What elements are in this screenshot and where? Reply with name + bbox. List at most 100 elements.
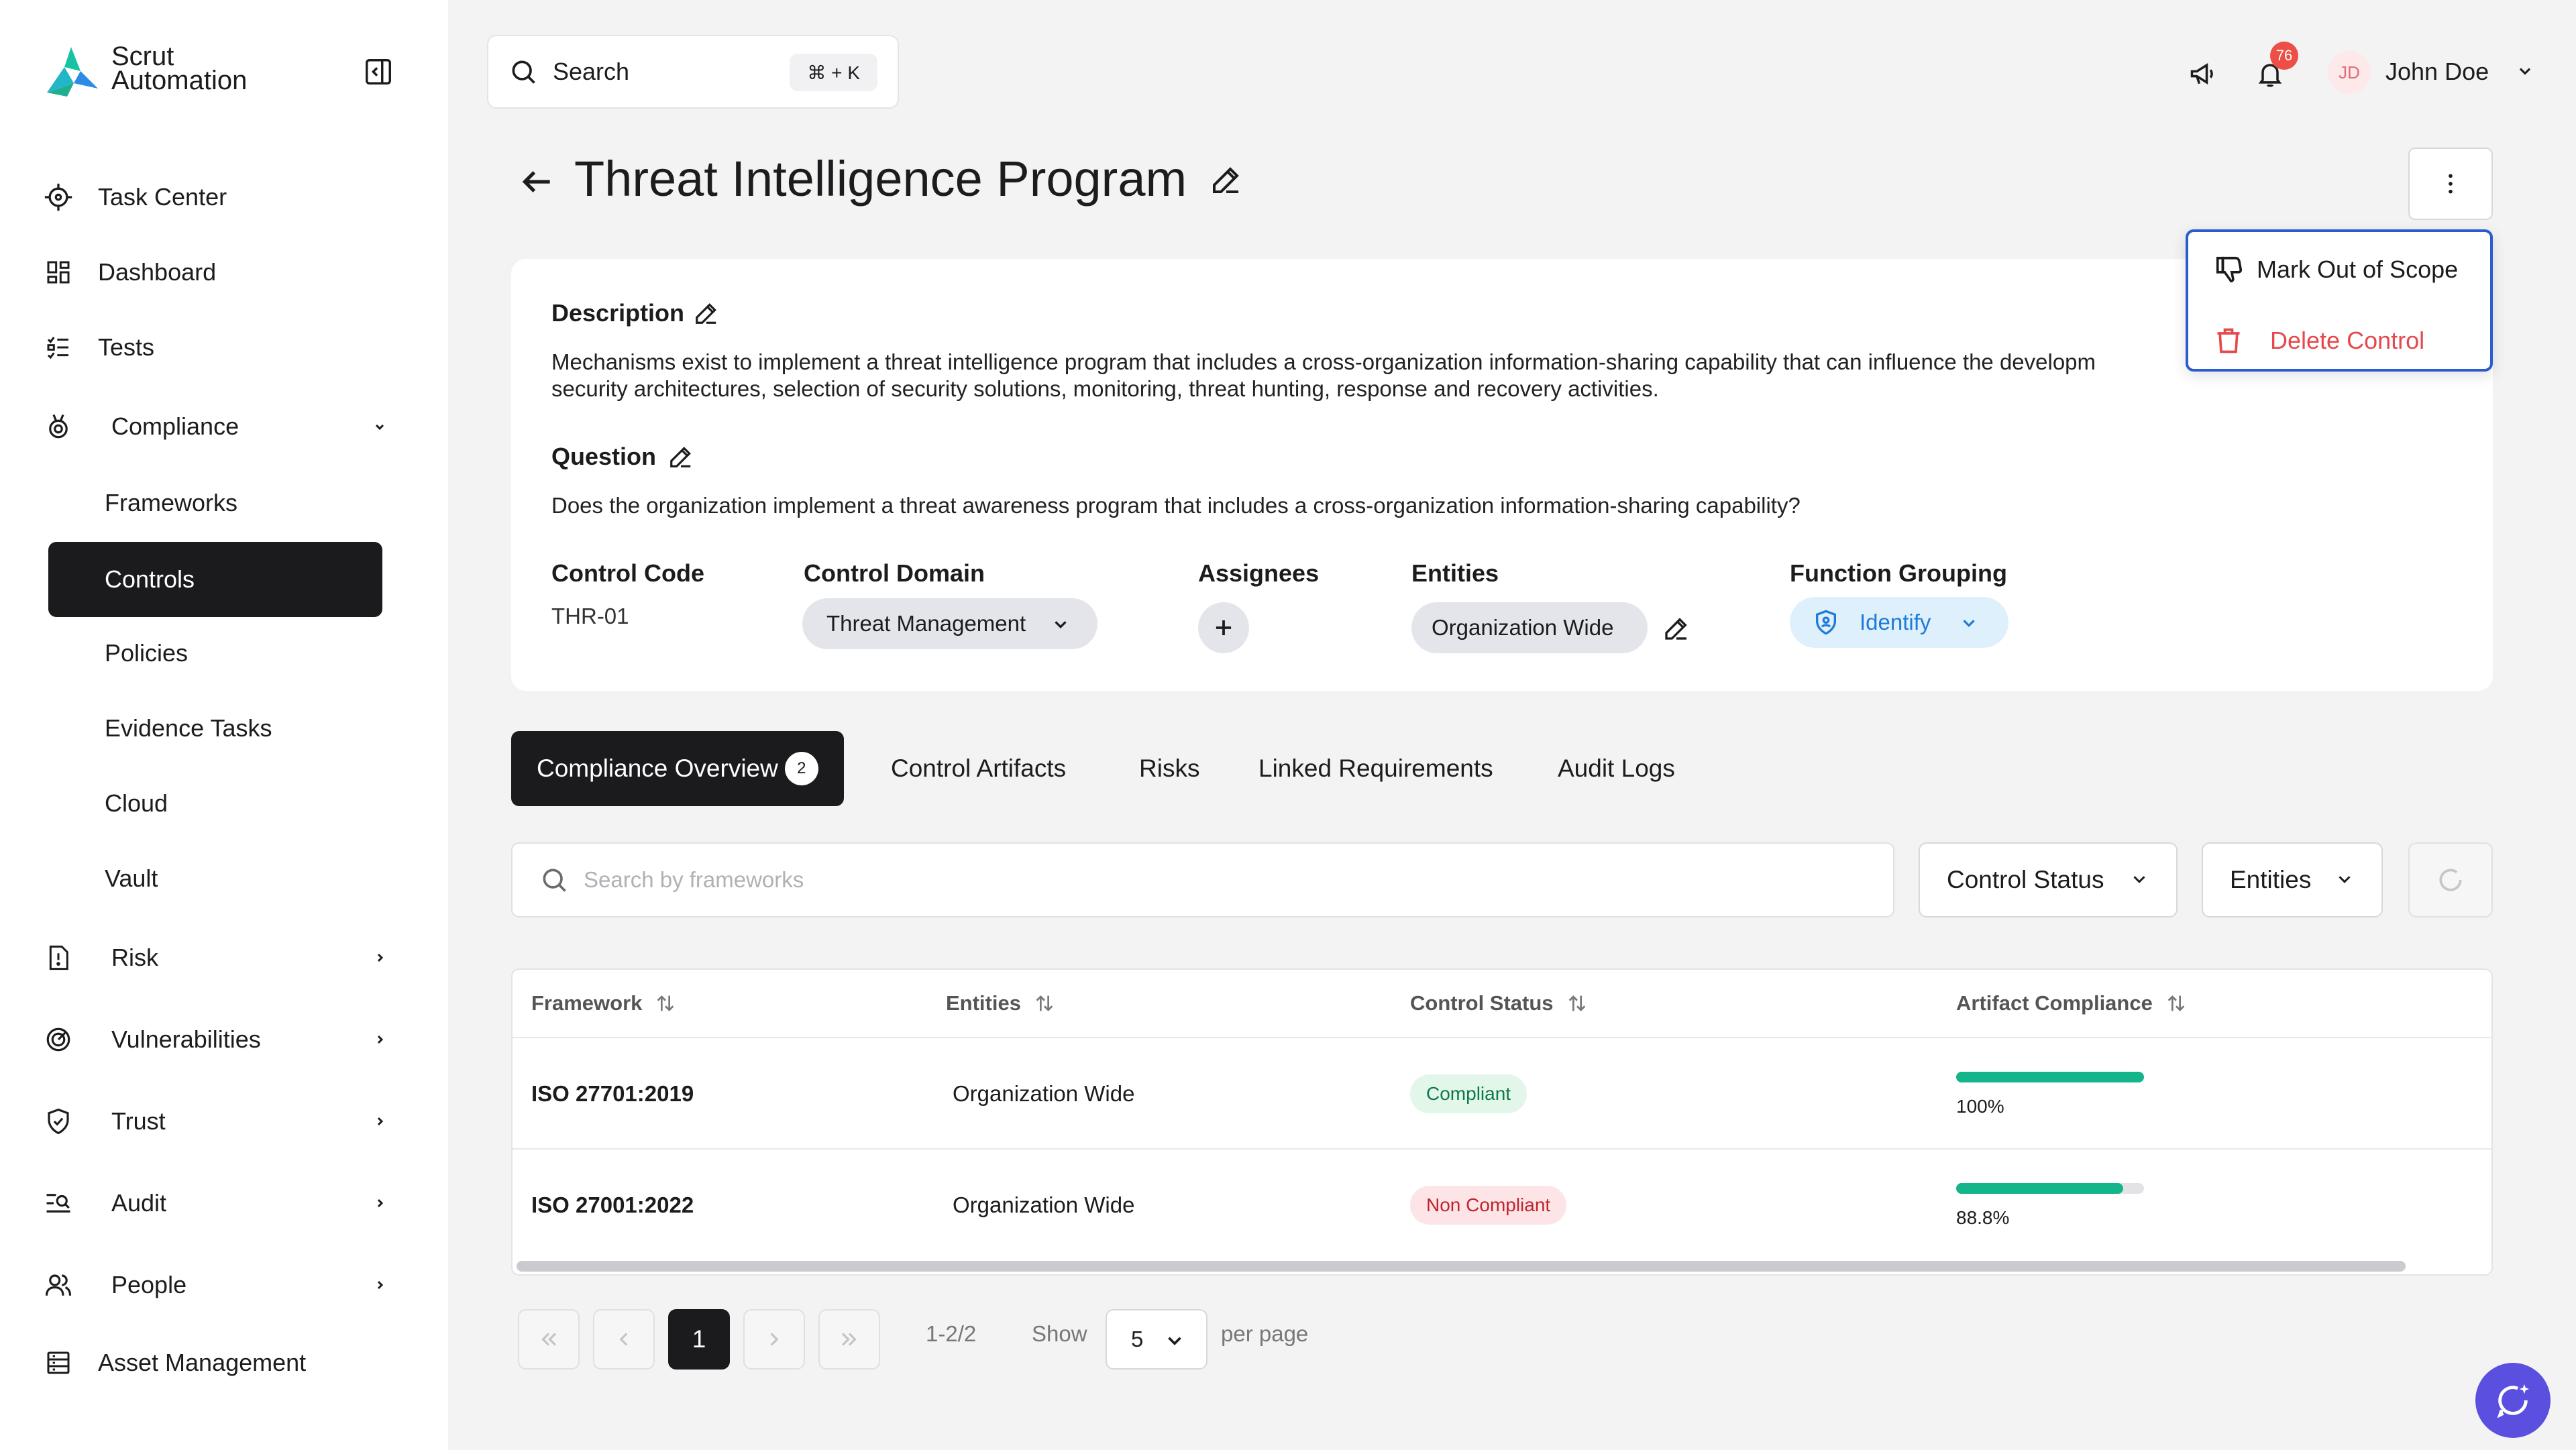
column-header-framework[interactable]: Framework [531,970,677,1037]
sort-arrows-icon [1033,992,1056,1015]
chevron-down-icon [1051,614,1071,634]
chevron-right-icon [369,947,390,968]
sort-arrows-icon [654,992,677,1015]
tab-compliance-overview[interactable]: Compliance Overview 2 [511,731,844,806]
description-label: Description [551,299,685,327]
sidebar-item-vulnerabilities[interactable]: Vulnerabilities [40,1019,396,1060]
brand-line-1: Scrut [111,42,174,71]
sidebar-item-label: Audit [111,1189,167,1217]
tab-control-artifacts[interactable]: Control Artifacts [891,731,1066,806]
sidebar-item-trust[interactable]: Trust [40,1101,396,1141]
collapse-sidebar-button[interactable] [360,55,397,89]
column-header-artifact-compliance[interactable]: Artifact Compliance [1956,970,2188,1037]
double-chevron-right-icon [838,1328,861,1351]
sidebar-item-label: Trust [111,1107,166,1135]
sidebar-item-task-center[interactable]: Task Center [40,177,396,217]
back-arrow-icon[interactable] [514,158,561,205]
pagination-range: 1-2/2 [926,1321,977,1346]
double-chevron-left-icon [537,1328,560,1351]
entities-chip: Organization Wide [1411,602,1648,653]
tab-audit-logs[interactable]: Audit Logs [1558,731,1675,806]
more-options-button[interactable] [2408,148,2493,220]
crosshair-icon [40,179,76,215]
entities-label: Entities [1411,559,1499,587]
delete-control-menu-item[interactable]: Delete Control [2188,317,2490,365]
notification-count-badge: 76 [2270,42,2298,70]
tab-risks[interactable]: Risks [1139,731,1199,806]
edit-question-pencil-icon[interactable] [665,441,696,472]
horizontal-scrollbar[interactable] [517,1261,2406,1272]
framework-search-input[interactable] [584,867,1724,893]
asset-list-icon [40,1345,76,1381]
edit-title-pencil-icon[interactable] [1208,161,1245,199]
tab-linked-requirements[interactable]: Linked Requirements [1258,731,1493,806]
column-header-label: Framework [531,991,643,1015]
avatar[interactable]: JD [2328,51,2371,94]
global-search-button[interactable]: Search ⌘ + K [487,35,899,109]
sidebar-item-asset-management[interactable]: Asset Management [40,1343,396,1383]
audit-search-icon [40,1185,76,1221]
edit-entities-pencil-icon[interactable] [1660,612,1693,645]
brand-line-2: Automation [111,66,248,95]
artifact-compliance-bar [1956,1183,2144,1194]
sidebar-item-label: Task Center [98,183,227,211]
artifact-compliance-bar-fill [1956,1072,2144,1082]
add-assignee-button[interactable] [1198,602,1249,653]
chat-sparkle-icon [2493,1381,2532,1420]
shield-identify-icon [1813,609,1839,636]
sidebar-item-audit[interactable]: Audit [40,1183,396,1223]
sidebar-item-tests[interactable]: Tests [40,327,396,368]
chevron-down-icon [1163,1329,1186,1352]
control-status-filter[interactable]: Control Status [1919,842,2178,917]
thumbs-down-icon [2214,254,2245,285]
sidebar-item-label: Tests [98,333,155,361]
sidebar-subitem-vault[interactable]: Vault [48,841,382,916]
per-page-select[interactable]: 5 [1106,1309,1208,1370]
shield-check-icon [40,1103,76,1139]
next-page-button[interactable] [743,1309,805,1370]
function-grouping-dropdown[interactable]: Identify [1790,597,2008,648]
user-menu-chevron-down-icon[interactable] [2513,59,2537,83]
sidebar-item-label: People [111,1271,187,1298]
chevron-right-icon [369,1274,390,1296]
sidebar-subitem-label: Policies [105,639,189,667]
control-domain-dropdown[interactable]: Threat Management [802,598,1097,649]
vertical-dots-icon [2437,170,2464,197]
question-label: Question [551,443,657,470]
entities-filter[interactable]: Entities [2202,842,2383,917]
table-row[interactable]: ISO 27701:2019 Organization Wide Complia… [513,1037,2491,1148]
artifact-compliance-value: 100% [1956,1096,2004,1117]
sidebar-subitem-evidence-tasks[interactable]: Evidence Tasks [48,691,382,766]
status-badge: Compliant [1410,1074,1527,1113]
assignees-label: Assignees [1198,559,1320,587]
framework-cell: ISO 27001:2022 [531,1192,694,1217]
refresh-button[interactable] [2408,842,2493,917]
edit-description-pencil-icon[interactable] [691,298,722,329]
control-code-label: Control Code [551,559,704,587]
sort-arrows-icon [2165,992,2188,1015]
column-header-control-status[interactable]: Control Status [1410,970,1589,1037]
column-header-label: Artifact Compliance [1956,991,2153,1015]
sidebar-item-dashboard[interactable]: Dashboard [40,252,396,292]
sidebar-item-people[interactable]: People [40,1265,396,1305]
sidebar-subitem-frameworks[interactable]: Frameworks [48,465,382,541]
sidebar-subitem-controls[interactable]: Controls [48,542,382,617]
sidebar-item-compliance[interactable]: Compliance [40,406,396,447]
chevron-left-icon [612,1328,635,1351]
mark-out-of-scope-menu-item[interactable]: Mark Out of Scope [2188,245,2490,294]
sidebar-subitem-policies[interactable]: Policies [48,616,382,691]
column-header-entities[interactable]: Entities [946,970,1056,1037]
chevron-down-icon [2129,869,2149,889]
chat-support-button[interactable] [2475,1363,2551,1438]
first-page-button[interactable] [518,1309,580,1370]
table-row[interactable]: ISO 27001:2022 Organization Wide Non Com… [513,1148,2491,1260]
announcement-megaphone-icon[interactable] [2184,55,2222,93]
user-name[interactable]: John Doe [2385,58,2489,86]
last-page-button[interactable] [818,1309,880,1370]
page-1-button[interactable]: 1 [668,1309,730,1370]
sidebar-item-risk[interactable]: Risk [40,938,396,978]
previous-page-button[interactable] [593,1309,655,1370]
sidebar-subitem-cloud[interactable]: Cloud [48,766,382,841]
frameworks-table: Framework Entities Control Status Artifa… [511,968,2493,1276]
entities-cell: Organization Wide [953,1192,1135,1217]
